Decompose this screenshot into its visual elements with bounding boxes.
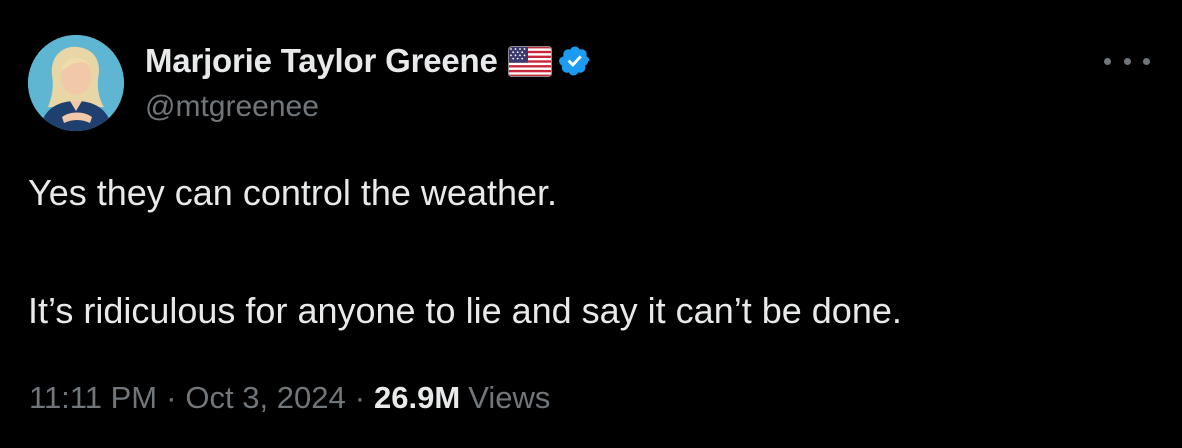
avatar-image <box>28 35 124 131</box>
author-display-name[interactable]: Marjorie Taylor Greene <box>145 42 498 80</box>
author-name-row: Marjorie Taylor Greene <box>145 40 592 82</box>
us-flag-icon <box>507 45 552 77</box>
tweet-meta: 11:11 PM · Oct 3, 2024 · 26.9M Views <box>29 380 550 416</box>
tweet-text-line: It’s ridiculous for anyone to lie and sa… <box>28 290 902 331</box>
meta-separator: · <box>166 380 177 415</box>
tweet-text: Yes they can control the weather. It’s r… <box>28 172 1148 332</box>
tweet-time[interactable]: 11:11 PM <box>29 380 157 416</box>
views-label: Views <box>468 380 551 415</box>
avatar[interactable] <box>28 35 124 131</box>
views-count[interactable]: 26.9M <box>374 380 460 416</box>
more-dot <box>1143 57 1150 65</box>
more-dot <box>1123 57 1131 65</box>
author-handle[interactable]: @mtgreenee <box>145 90 319 124</box>
tweet-date[interactable]: Oct 3, 2024 <box>185 380 345 416</box>
more-dot <box>1104 57 1111 65</box>
more-options-icon[interactable] <box>1104 48 1150 74</box>
meta-separator: · <box>354 380 366 415</box>
verified-badge-icon[interactable] <box>558 44 592 78</box>
tweet-text-line: Yes they can control the weather. <box>28 172 558 213</box>
tweet-card: Marjorie Taylor Greene @mtgreenee Yes th… <box>0 0 1182 448</box>
